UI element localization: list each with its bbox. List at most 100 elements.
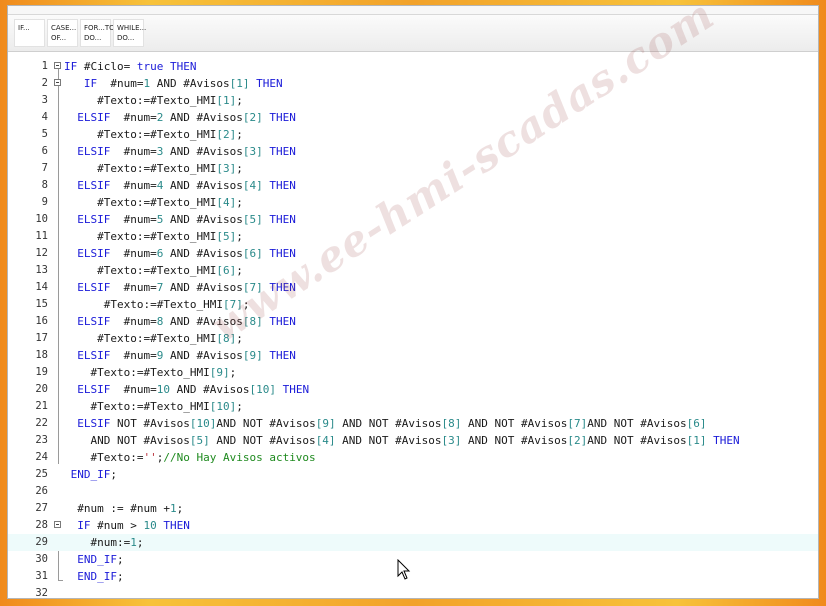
line-number: 6 [41,145,48,157]
code-text[interactable]: ELSIF #num=8 AND #Avisos[8] THEN [64,313,296,330]
line-number: 11 [35,230,48,242]
code-editor[interactable]: 1 IF #Ciclo= true THEN 2 IF #num=1 AND #Av… [8,52,818,598]
code-line[interactable]: 2 IF #num=1 AND #Avisos[1] THEN [8,75,818,92]
line-number: 3 [41,94,48,106]
line-number: 32 [35,587,48,598]
code-line[interactable]: 16 ELSIF #num=8 AND #Avisos[8] THEN [8,313,818,330]
code-text[interactable]: AND NOT #Avisos[5] AND NOT #Avisos[4] AN… [64,432,739,449]
line-number: 7 [41,162,48,174]
line-number: 16 [35,315,48,327]
code-text[interactable]: #Texto:=#Texto_HMI[2]; [64,126,243,143]
code-line[interactable]: 11 #Texto:=#Texto_HMI[5]; [8,228,818,245]
code-text[interactable]: IF #Ciclo= true THEN [64,58,196,75]
code-line[interactable]: 28 IF #num > 10 THEN [8,517,818,534]
line-number: 21 [35,400,48,412]
code-text[interactable]: ELSIF #num=6 AND #Avisos[6] THEN [64,245,296,262]
code-line[interactable]: 23 AND NOT #Avisos[5] AND NOT #Avisos[4]… [8,432,818,449]
code-line[interactable]: 8 ELSIF #num=4 AND #Avisos[4] THEN [8,177,818,194]
line-number: 10 [35,213,48,225]
code-text[interactable]: ELSIF #num=4 AND #Avisos[4] THEN [64,177,296,194]
line-number: 29 [35,536,48,548]
code-line[interactable]: 1 IF #Ciclo= true THEN [8,58,818,75]
code-text[interactable]: IF #num=1 AND #Avisos[1] THEN [64,75,283,92]
code-line[interactable]: 14 ELSIF #num=7 AND #Avisos[7] THEN [8,279,818,296]
code-text[interactable]: ELSIF #num=9 AND #Avisos[9] THEN [64,347,296,364]
code-text[interactable]: END_IF; [64,551,123,568]
code-text[interactable]: #Texto:=#Texto_HMI[10]; [64,398,242,415]
code-text[interactable]: #Texto:=#Texto_HMI[9]; [64,364,236,381]
code-line[interactable]: 30 END_IF; [8,551,818,568]
code-line[interactable]: 15 #Texto:=#Texto_HMI[7]; [8,296,818,313]
line-number: 23 [35,434,48,446]
code-text[interactable]: #num:=1; [64,534,143,551]
code-line[interactable]: 5 #Texto:=#Texto_HMI[2]; [8,126,818,143]
line-number: 24 [35,451,48,463]
code-line[interactable]: 10 ELSIF #num=5 AND #Avisos[5] THEN [8,211,818,228]
code-text[interactable]: ELSIF NOT #Avisos[10]AND NOT #Avisos[9] … [64,415,706,432]
code-line[interactable]: 22 ELSIF NOT #Avisos[10]AND NOT #Avisos[… [8,415,818,432]
line-number: 2 [41,77,48,89]
code-line[interactable]: 4 ELSIF #num=2 AND #Avisos[2] THEN [8,109,818,126]
if-snippet-button[interactable]: IF... [14,19,45,47]
for-to-do-snippet-button[interactable]: FOR...TO DO... [80,19,115,47]
line-number: 13 [35,264,48,276]
code-line[interactable]: 7 #Texto:=#Texto_HMI[3]; [8,160,818,177]
code-line[interactable]: 17 #Texto:=#Texto_HMI[8]; [8,330,818,347]
code-line[interactable]: 32 [8,585,818,598]
code-line[interactable]: 12 ELSIF #num=6 AND #Avisos[6] THEN [8,245,818,262]
code-line[interactable]: 31 END_IF; [8,568,818,585]
line-number: 15 [35,298,48,310]
line-number: 19 [35,366,48,378]
code-line[interactable]: 18 ELSIF #num=9 AND #Avisos[9] THEN [8,347,818,364]
line-number: 20 [35,383,48,395]
line-number: 31 [35,570,48,582]
code-line[interactable]: 6 ELSIF #num=3 AND #Avisos[3] THEN [8,143,818,160]
code-text[interactable]: END_IF; [64,568,123,585]
code-line[interactable]: 24 #Texto:='';//No Hay Avisos activos [8,449,818,466]
code-text[interactable]: #Texto:='';//No Hay Avisos activos [64,449,315,466]
code-text[interactable]: #Texto:=#Texto_HMI[4]; [64,194,243,211]
code-line[interactable]: 27 #num := #num +1; [8,500,818,517]
code-text[interactable]: ELSIF #num=2 AND #Avisos[2] THEN [64,109,296,126]
code-text[interactable]: ELSIF #num=5 AND #Avisos[5] THEN [64,211,296,228]
editor-window: IF... CASE... OF... FOR...TO DO... WHILE… [8,6,818,598]
line-number: 18 [35,349,48,361]
code-line[interactable]: 3 #Texto:=#Texto_HMI[1]; [8,92,818,109]
code-text[interactable]: #Texto:=#Texto_HMI[5]; [64,228,243,245]
code-line[interactable]: 26 [8,483,818,500]
code-text[interactable]: ELSIF #num=3 AND #Avisos[3] THEN [64,143,296,160]
line-number: 28 [35,519,48,531]
line-number: 27 [35,502,48,514]
code-line[interactable]: 29 #num:=1; [8,534,818,551]
line-number: 9 [41,196,48,208]
code-text[interactable]: #num := #num +1; [64,500,183,517]
code-text[interactable]: #Texto:=#Texto_HMI[6]; [64,262,243,279]
code-text[interactable]: #Texto:=#Texto_HMI[7]; [64,296,250,313]
fold-toggle-icon[interactable] [54,521,61,528]
case-of-snippet-button[interactable]: CASE... OF... [47,19,78,47]
code-text[interactable]: #Texto:=#Texto_HMI[3]; [64,160,243,177]
code-text[interactable]: #Texto:=#Texto_HMI[1]; [64,92,243,109]
title-strip [8,6,818,15]
fold-toggle-icon[interactable] [54,79,61,86]
fold-toggle-icon[interactable] [54,62,61,69]
toolbar: IF... CASE... OF... FOR...TO DO... WHILE… [8,15,818,52]
line-number: 1 [41,60,48,72]
code-line[interactable]: 9 #Texto:=#Texto_HMI[4]; [8,194,818,211]
code-text[interactable]: ELSIF #num=10 AND #Avisos[10] THEN [64,381,309,398]
code-line[interactable]: 25 END_IF; [8,466,818,483]
while-do-snippet-button[interactable]: WHILE... DO... [113,19,146,47]
code-line[interactable]: 13 #Texto:=#Texto_HMI[6]; [8,262,818,279]
code-text[interactable]: IF #num > 10 THEN [64,517,190,534]
line-number: 17 [35,332,48,344]
code-text[interactable]: ELSIF #num=7 AND #Avisos[7] THEN [64,279,296,296]
code-line[interactable]: 20 ELSIF #num=10 AND #Avisos[10] THEN [8,381,818,398]
code-line[interactable]: 21 #Texto:=#Texto_HMI[10]; [8,398,818,415]
code-text[interactable]: END_IF; [64,466,117,483]
line-number: 26 [35,485,48,497]
line-number: 14 [35,281,48,293]
line-number: 22 [35,417,48,429]
line-number: 8 [41,179,48,191]
code-line[interactable]: 19 #Texto:=#Texto_HMI[9]; [8,364,818,381]
code-text[interactable]: #Texto:=#Texto_HMI[8]; [64,330,243,347]
